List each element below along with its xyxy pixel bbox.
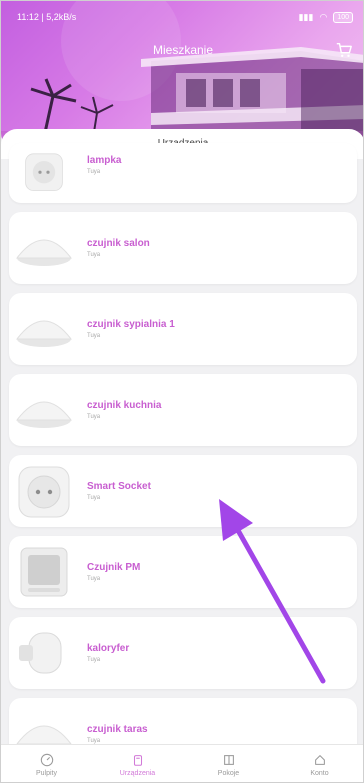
status-icons: ▮▮▮ ◠ 100	[298, 11, 353, 23]
device-brand: Tuya	[87, 169, 101, 175]
bottom-nav: Pulpity Urządzenia Pokoje Konto	[1, 744, 363, 782]
nav-urzadzenia[interactable]: Urządzenia	[92, 745, 183, 782]
device-name: czujnik salon	[87, 238, 150, 249]
air-sensor-icon	[20, 547, 68, 597]
device-brand: Tuya	[87, 576, 101, 582]
nav-label: Urządzenia	[119, 769, 156, 777]
smart-plug-icon	[18, 466, 70, 518]
nav-pulpity[interactable]: Pulpity	[1, 745, 92, 782]
status-time: 11:12 | 5,2kB/s	[17, 12, 77, 22]
device-name: Smart Socket	[87, 481, 151, 492]
sensor-dome-icon	[15, 239, 73, 266]
device-card[interactable]: kaloryfer Tuya	[9, 617, 357, 689]
nav-pokoje[interactable]: Pokoje	[183, 745, 274, 782]
device-name: kaloryfer	[87, 643, 130, 654]
device-icon	[133, 754, 142, 766]
sensor-dome-icon	[15, 401, 73, 428]
radiator-valve-icon	[19, 632, 62, 674]
gauge-icon	[40, 753, 53, 766]
device-name: czujnik kuchnia	[87, 400, 162, 411]
device-name: czujnik taras	[87, 724, 148, 735]
nav-label: Pulpity	[35, 769, 57, 777]
battery-icon: 100	[333, 11, 353, 23]
cart-icon[interactable]	[335, 41, 353, 59]
device-brand: Tuya	[87, 333, 101, 339]
device-name: Czujnik PM	[87, 562, 141, 573]
device-card[interactable]: czujnik sypialnia 1 Tuya	[9, 293, 357, 365]
status-bar: 11:12 | 5,2kB/s ▮▮▮ ◠ 100	[17, 9, 353, 25]
device-brand: Tuya	[87, 495, 101, 501]
app-frame: 11:12 | 5,2kB/s ▮▮▮ ◠ 100 Mieszkanie Urz…	[0, 0, 364, 783]
rooms-icon	[223, 754, 234, 765]
device-card[interactable]: czujnik kuchnia Tuya	[9, 374, 357, 446]
smart-plug-icon	[25, 153, 63, 191]
nav-label: Pokoje	[217, 769, 240, 777]
device-brand: Tuya	[87, 414, 101, 420]
device-card[interactable]: lampka Tuya	[9, 143, 357, 203]
device-name: czujnik sypialnia 1	[87, 319, 175, 330]
device-name: lampka	[87, 155, 122, 166]
device-card[interactable]: Smart Socket Tuya	[9, 455, 357, 527]
nav-label: Konto	[310, 769, 329, 777]
device-brand: Tuya	[87, 657, 101, 663]
wifi-icon: ◠	[319, 11, 328, 22]
device-brand: Tuya	[87, 252, 101, 258]
nav-konto[interactable]: Konto	[274, 745, 363, 782]
signal-icon: ▮▮▮	[298, 11, 314, 22]
device-card[interactable]: czujnik salon Tuya	[9, 212, 357, 284]
device-card[interactable]: Czujnik PM Tuya	[9, 536, 357, 608]
home-icon	[314, 754, 325, 765]
sensor-dome-icon	[15, 320, 73, 347]
page-title: Mieszkanie	[152, 43, 214, 57]
